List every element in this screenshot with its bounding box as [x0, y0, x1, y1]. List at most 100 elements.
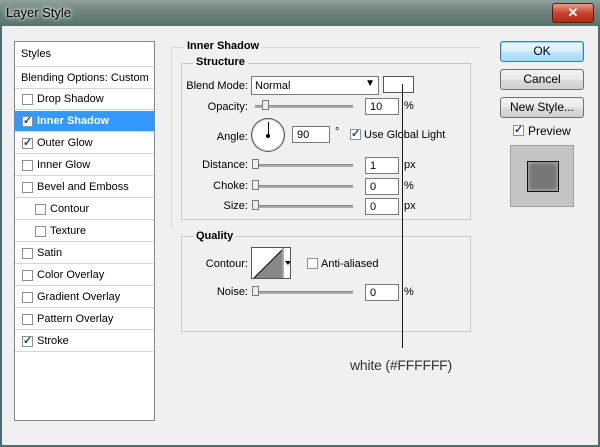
distance-slider-track[interactable]	[255, 164, 353, 167]
styles-header-label: Styles	[21, 48, 51, 60]
opacity-unit: %	[404, 100, 414, 112]
angle-unit: °	[335, 126, 340, 138]
style-item-outer-glow[interactable]: ✓ Outer Glow	[15, 133, 154, 154]
style-item-checkbox[interactable]	[22, 160, 33, 171]
preview-checkbox[interactable]: ✓	[513, 124, 524, 136]
style-item-label: Color Overlay	[37, 269, 105, 281]
style-item-drop-shadow[interactable]: Drop Shadow	[15, 89, 154, 110]
cancel-button[interactable]: Cancel	[500, 69, 584, 90]
style-item-contour[interactable]: Contour	[15, 199, 154, 220]
angle-center-dot	[266, 134, 270, 138]
callout-line	[402, 84, 403, 348]
choke-label: Choke:	[213, 180, 248, 192]
angle-input[interactable]: 90	[292, 126, 330, 143]
cancel-label: Cancel	[523, 72, 561, 86]
blend-mode-dropdown[interactable]: Normal ▼	[251, 76, 379, 95]
noise-slider-handle[interactable]	[252, 286, 259, 296]
chevron-down-icon: ▼	[365, 78, 375, 89]
anti-aliased-label: Anti-aliased	[321, 258, 379, 270]
blending-options-item[interactable]: Blending Options: Custom	[15, 67, 154, 89]
style-item-checkbox[interactable]	[22, 182, 33, 193]
checkmark-icon: ✓	[351, 128, 361, 140]
style-item-inner-glow[interactable]: Inner Glow	[15, 155, 154, 176]
style-item-stroke[interactable]: ✓ Stroke	[15, 331, 154, 352]
style-item-label: Pattern Overlay	[37, 313, 114, 325]
style-item-bevel-and-emboss[interactable]: Bevel and Emboss	[15, 177, 154, 198]
size-label: Size:	[223, 200, 248, 212]
new-style-button[interactable]: New Style...	[500, 97, 584, 118]
global-light-label: Use Global Light	[364, 129, 446, 141]
contour-curve-icon	[253, 248, 290, 278]
size-slider-handle[interactable]	[252, 200, 259, 210]
style-item-label: Texture	[50, 225, 87, 237]
noise-slider-track[interactable]	[255, 291, 353, 294]
style-item-color-overlay[interactable]: Color Overlay	[15, 265, 154, 286]
callout-annotation: white (#FFFFFF)	[350, 357, 452, 373]
preview-swatch	[527, 161, 559, 192]
anti-aliased-checkbox[interactable]	[307, 258, 318, 269]
style-item-checkbox[interactable]: ✓	[22, 137, 33, 149]
contour-picker[interactable]	[251, 247, 291, 279]
style-item-checkbox[interactable]	[22, 292, 33, 303]
style-item-checkbox[interactable]	[22, 248, 33, 259]
quality-group	[181, 236, 471, 332]
style-item-checkbox[interactable]: ✓	[22, 115, 33, 127]
choke-slider-track[interactable]	[255, 185, 353, 188]
style-item-checkbox[interactable]	[35, 204, 46, 215]
blend-color-swatch[interactable]	[383, 76, 414, 93]
opacity-slider-track[interactable]	[255, 105, 353, 108]
choke-unit: %	[404, 180, 414, 192]
style-item-label: Gradient Overlay	[37, 291, 121, 303]
checkmark-icon: ✓	[514, 124, 524, 136]
style-item-label: Satin	[37, 247, 63, 259]
blend-mode-label: Blend Mode:	[186, 80, 248, 92]
style-item-pattern-overlay[interactable]: Pattern Overlay	[15, 309, 154, 330]
quality-title: Quality	[193, 230, 237, 242]
ok-label: OK	[533, 44, 551, 58]
style-item-checkbox[interactable]	[22, 94, 33, 105]
ok-button[interactable]: OK	[500, 41, 584, 62]
close-button[interactable]: ✕	[552, 3, 594, 23]
style-item-checkbox[interactable]	[22, 270, 33, 281]
style-item-gradient-overlay[interactable]: Gradient Overlay	[15, 287, 154, 308]
angle-value: 90	[297, 129, 310, 141]
style-item-label: Drop Shadow	[37, 93, 104, 105]
angle-dial[interactable]	[251, 118, 285, 152]
opacity-value: 10	[370, 101, 383, 113]
checkmark-icon: ✓	[23, 115, 33, 127]
checkmark-icon: ✓	[23, 137, 33, 149]
opacity-slider-handle[interactable]	[262, 100, 269, 110]
style-item-label: Inner Shadow	[37, 115, 110, 127]
size-unit: px	[404, 200, 416, 212]
style-item-satin[interactable]: Satin	[15, 243, 154, 264]
styles-header[interactable]: Styles	[15, 42, 154, 67]
noise-input[interactable]: 0	[365, 284, 399, 301]
style-item-checkbox[interactable]: ✓	[22, 335, 33, 347]
distance-slider-handle[interactable]	[252, 159, 259, 169]
choke-slider-handle[interactable]	[252, 180, 259, 190]
window-title: Layer Style	[6, 5, 72, 20]
checkmark-icon: ✓	[23, 335, 33, 347]
noise-unit: %	[404, 286, 414, 298]
style-item-texture[interactable]: Texture	[15, 221, 154, 242]
title-bar[interactable]: Layer Style ✕	[0, 0, 600, 26]
style-item-label: Inner Glow	[37, 159, 91, 171]
style-item-checkbox[interactable]	[35, 226, 46, 237]
style-item-checkbox[interactable]	[22, 314, 33, 325]
blend-mode-value: Normal	[255, 80, 291, 92]
opacity-input[interactable]: 10	[365, 98, 399, 115]
size-slider-track[interactable]	[255, 205, 353, 208]
global-light-checkbox[interactable]: ✓	[350, 128, 361, 140]
structure-title: Structure	[193, 56, 248, 68]
distance-value: 1	[370, 160, 377, 172]
distance-input[interactable]: 1	[365, 157, 399, 174]
choke-input[interactable]: 0	[365, 178, 399, 195]
inner-shadow-title: Inner Shadow	[184, 40, 263, 52]
preview-label: Preview	[528, 124, 571, 138]
styles-list: Styles Blending Options: Custom Drop Sha…	[14, 41, 155, 421]
style-item-label: Bevel and Emboss	[37, 181, 129, 193]
angle-label: Angle:	[216, 131, 248, 143]
size-input[interactable]: 0	[365, 198, 399, 215]
style-item-inner-shadow[interactable]: ✓ Inner Shadow	[15, 111, 154, 132]
dialog-body: Styles Blending Options: Custom Drop Sha…	[2, 26, 598, 445]
